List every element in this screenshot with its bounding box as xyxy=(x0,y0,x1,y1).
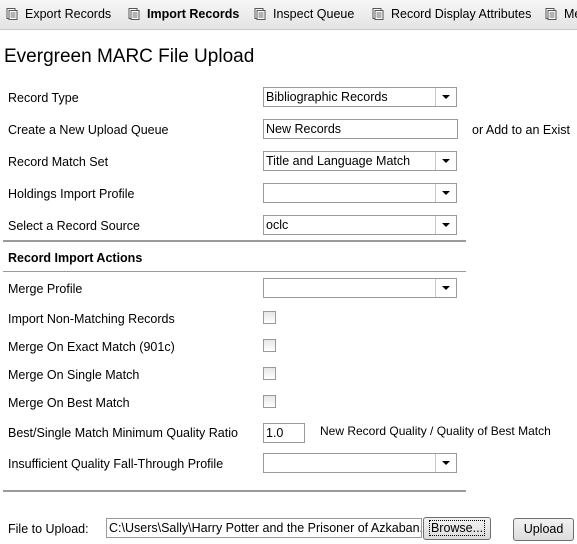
section-divider xyxy=(3,490,466,492)
chevron-down-icon[interactable] xyxy=(435,216,456,234)
document-icon xyxy=(545,8,557,20)
tab-label: Inspect Queue xyxy=(273,7,355,21)
new-queue-label: Create a New Upload Queue xyxy=(8,123,169,137)
merge-best-label: Merge On Best Match xyxy=(8,396,130,410)
quality-ratio-label: Best/Single Match Minimum Quality Ratio xyxy=(8,426,238,440)
import-non-matching-label: Import Non-Matching Records xyxy=(8,312,175,326)
new-queue-input[interactable]: New Records xyxy=(263,119,458,139)
record-source-value: oclc xyxy=(266,218,289,232)
tab-record-display-attributes[interactable]: Record Display Attributes xyxy=(372,7,531,21)
merge-single-checkbox[interactable] xyxy=(263,367,276,380)
merge-exact-checkbox[interactable] xyxy=(263,339,276,352)
match-set-label: Record Match Set xyxy=(8,155,109,169)
chevron-down-icon[interactable] xyxy=(435,279,456,297)
chevron-down-icon[interactable] xyxy=(435,454,456,472)
tab-inspect-queue[interactable]: Inspect Queue xyxy=(254,7,354,21)
import-non-matching-checkbox[interactable] xyxy=(263,311,276,324)
existing-queue-text: or Add to an Exist xyxy=(472,123,570,137)
tab-import-records[interactable]: Import Records xyxy=(128,7,239,21)
quality-ratio-value: 1.0 xyxy=(266,426,284,440)
tab-more[interactable]: Me xyxy=(545,7,577,21)
new-queue-value: New Records xyxy=(266,122,342,136)
document-icon xyxy=(6,8,18,20)
upload-label: Upload xyxy=(523,522,564,536)
merge-profile-label: Merge Profile xyxy=(8,282,83,296)
chevron-down-icon[interactable] xyxy=(435,88,456,106)
document-icon xyxy=(128,8,140,20)
match-set-value: Title and Language Match xyxy=(266,154,411,168)
record-type-label: Record Type xyxy=(8,91,79,105)
record-source-label: Select a Record Source xyxy=(8,219,141,233)
tab-label: Me xyxy=(564,7,577,21)
file-path-value: C:\Users\Sally\Harry Potter and the Pris… xyxy=(109,521,422,535)
tab-label: Record Display Attributes xyxy=(391,7,532,21)
chevron-down-icon[interactable] xyxy=(435,152,456,170)
record-source-select[interactable]: oclc xyxy=(263,215,457,235)
tab-label: Import Records xyxy=(147,7,240,21)
file-path-input[interactable]: C:\Users\Sally\Harry Potter and the Pris… xyxy=(106,518,422,538)
holdings-profile-label: Holdings Import Profile xyxy=(8,187,135,201)
quality-ratio-input[interactable]: 1.0 xyxy=(263,423,305,443)
match-set-select[interactable]: Title and Language Match xyxy=(263,151,457,171)
holdings-profile-select[interactable] xyxy=(263,183,457,203)
section-divider xyxy=(3,240,466,242)
quality-ratio-note: New Record Quality / Quality of Best Mat… xyxy=(320,424,551,438)
merge-profile-select[interactable] xyxy=(263,278,457,298)
fallthrough-profile-select[interactable] xyxy=(263,453,457,473)
chevron-down-icon[interactable] xyxy=(435,184,456,202)
record-type-select[interactable]: Bibliographic Records xyxy=(263,87,457,107)
section-divider xyxy=(3,271,466,272)
record-type-value: Bibliographic Records xyxy=(266,90,388,104)
file-upload-label: File to Upload: xyxy=(8,522,89,536)
fallthrough-profile-label: Insufficient Quality Fall-Through Profil… xyxy=(8,457,224,471)
import-actions-heading: Record Import Actions xyxy=(8,251,143,265)
merge-best-checkbox[interactable] xyxy=(263,395,276,408)
toolbar: Export Records Import Records Inspect Qu… xyxy=(0,0,577,30)
document-icon xyxy=(254,8,266,20)
upload-button[interactable]: Upload xyxy=(513,518,574,541)
browse-button[interactable]: Browse... xyxy=(423,517,491,540)
merge-single-label: Merge On Single Match xyxy=(8,368,140,382)
page-title: Evergreen MARC File Upload xyxy=(4,46,255,67)
merge-exact-label: Merge On Exact Match (901c) xyxy=(8,340,175,354)
tab-label: Export Records xyxy=(25,7,112,21)
document-icon xyxy=(372,8,384,20)
browse-label: Browse... xyxy=(428,520,486,536)
tab-export-records[interactable]: Export Records xyxy=(6,7,111,21)
